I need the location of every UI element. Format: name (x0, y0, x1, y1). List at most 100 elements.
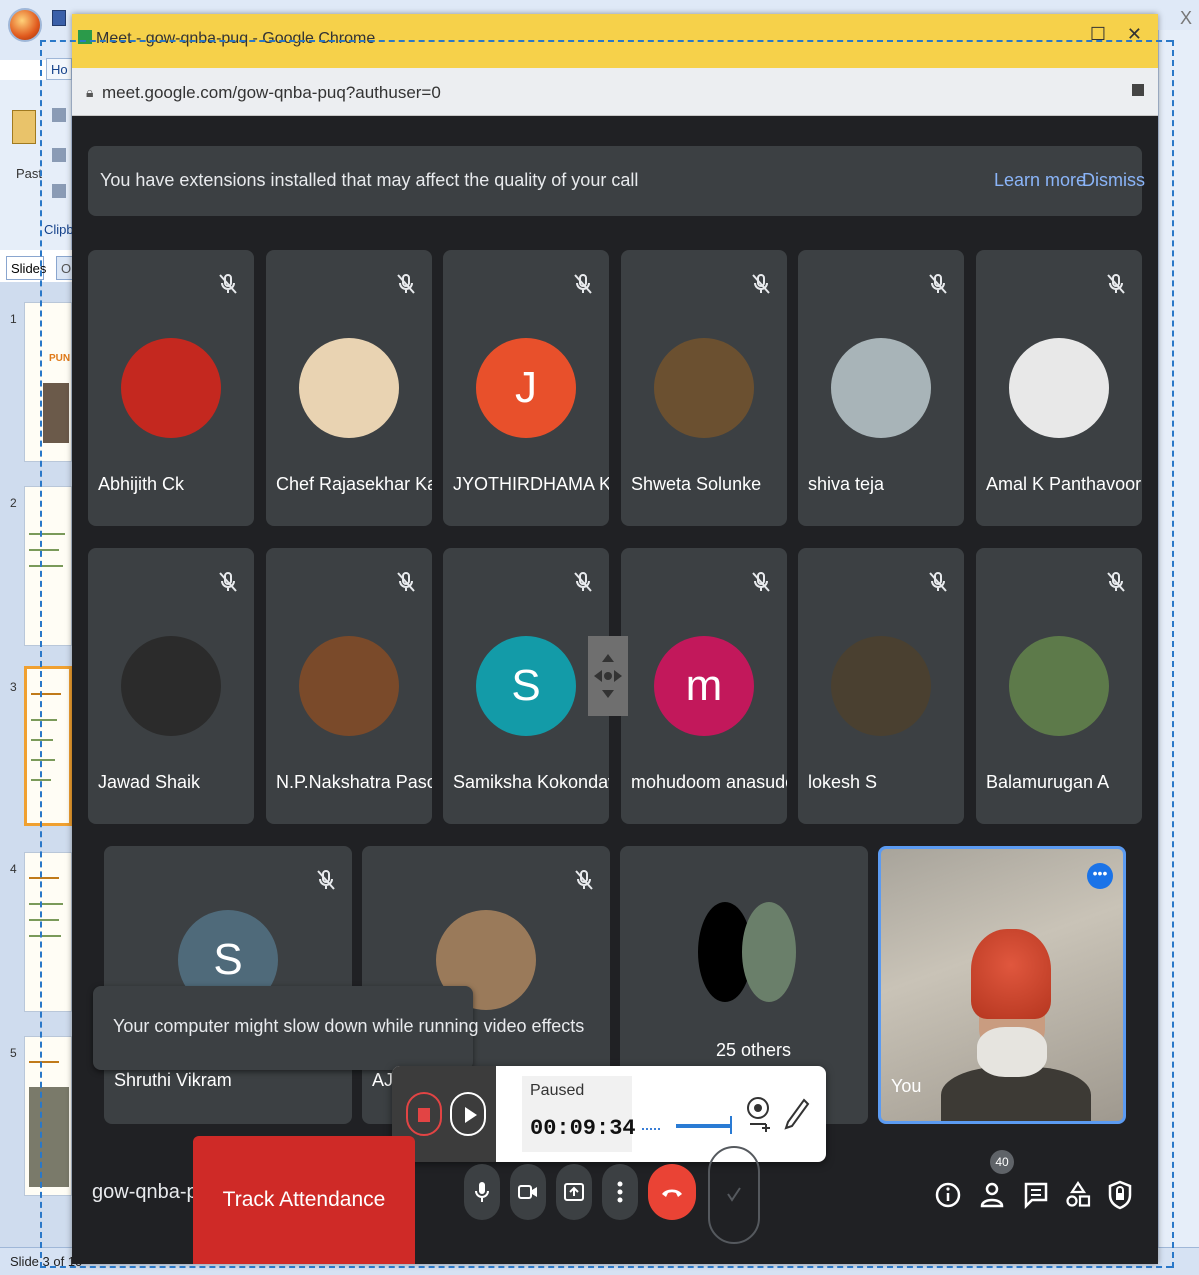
participant-tile[interactable]: shiva teja (798, 250, 964, 526)
slide-thumbnail-1[interactable]: PUN (24, 302, 72, 462)
more-options-button[interactable] (602, 1164, 638, 1220)
mic-muted-icon (394, 570, 418, 594)
others-count-label: 25 others (716, 1040, 792, 1060)
participant-tile[interactable]: Shweta Solunke (621, 250, 787, 526)
participant-name: Balamurugan A (986, 772, 1110, 792)
participant-name: Amal K Panthavoor (986, 474, 1142, 494)
ribbon-tab-home[interactable]: Ho (46, 58, 72, 80)
participant-tile[interactable]: Amal K Panthavoor (976, 250, 1142, 526)
avatar (1009, 636, 1109, 736)
mic-muted-icon (216, 570, 240, 594)
mic-muted-icon (216, 272, 240, 296)
participant-count-badge: 40 (990, 1150, 1014, 1174)
mic-muted-icon (571, 570, 595, 594)
avatar (121, 636, 221, 736)
participant-name: lokesh S (808, 772, 878, 792)
webcam-icon[interactable] (744, 1094, 772, 1134)
host-controls-icon[interactable] (1106, 1180, 1134, 1210)
format-painter-icon[interactable] (52, 184, 66, 198)
window-title: Meet - gow-qnba-puq - Google Chrome (96, 30, 376, 47)
turban (971, 929, 1051, 1019)
participant-tile[interactable]: m mohudoom anasudeen (621, 548, 787, 824)
participant-name: Shruthi Vikram (114, 1070, 232, 1090)
slide-number: 1 (10, 312, 17, 326)
selection-outline (1172, 40, 1174, 1268)
resume-recording-button[interactable] (450, 1092, 486, 1136)
paste-icon[interactable] (12, 110, 36, 144)
more-vert-icon (617, 1181, 623, 1203)
slide-thumbnail-4[interactable] (24, 852, 72, 1012)
paste-label: Past (16, 166, 43, 181)
powerpoint-close-button[interactable]: X (1180, 8, 1192, 29)
lock-icon[interactable]: 🔒︎ (86, 84, 93, 101)
chrome-window: Meet - gow-qnba-puq - Google Chrome ☐ ✕ … (72, 14, 1158, 1264)
hang-up-icon (662, 1189, 682, 1197)
participant-tile[interactable]: J JYOTHIRDHAMA KUNC... (443, 250, 609, 526)
meet-viewport: You have extensions installed that may a… (72, 116, 1158, 1264)
avatar: m (654, 636, 754, 736)
recording-timer: 00:09:34 (530, 1116, 636, 1141)
move-handle-icon[interactable] (588, 636, 628, 716)
avatar (299, 636, 399, 736)
camera-button[interactable] (510, 1164, 546, 1220)
participant-tile[interactable]: S Samiksha Kokondawar (443, 548, 609, 824)
check-button[interactable] (708, 1146, 760, 1244)
pencil-icon[interactable] (782, 1094, 810, 1134)
slide-thumbnail-5[interactable] (24, 1036, 72, 1196)
slide-thumbnails-panel: 1 PUN 2 3 4 5 (0, 282, 72, 1247)
participant-tile[interactable]: lokesh S (798, 548, 964, 824)
mic-muted-icon (926, 272, 950, 296)
microphone-icon (475, 1182, 489, 1202)
mic-muted-icon (1104, 272, 1128, 296)
avatar (654, 338, 754, 438)
cut-icon[interactable] (52, 108, 66, 122)
participant-name: Samiksha Kokondawar (453, 772, 609, 792)
participant-tile[interactable]: Abhijith Ck (88, 250, 254, 526)
selection-outline (40, 40, 1172, 42)
copy-icon[interactable] (52, 148, 66, 162)
recording-state: Paused (530, 1082, 585, 1099)
more-options-icon[interactable]: ••• (1087, 863, 1113, 889)
avatar (831, 636, 931, 736)
participant-name: mohudoom anasudeen (631, 772, 787, 792)
track-attendance-button[interactable]: Track Attendance (193, 1136, 415, 1264)
slide-thumbnail-2[interactable] (24, 486, 72, 646)
leave-call-button[interactable] (648, 1164, 696, 1220)
camera-icon (518, 1185, 537, 1199)
participant-tile[interactable]: N.P.Nakshatra Paso (266, 548, 432, 824)
volume-slider[interactable] (676, 1116, 732, 1134)
meeting-details-icon[interactable] (934, 1180, 962, 1210)
clipboard-group-label: Clipb (44, 222, 74, 237)
save-icon[interactable] (52, 10, 66, 26)
participant-tile[interactable]: Balamurugan A (976, 548, 1142, 824)
check-icon (727, 1187, 741, 1202)
participant-tile[interactable]: S Shruthi Vikram (104, 846, 352, 1124)
tooltip-text: Your computer might slow down while runn… (113, 1016, 585, 1036)
slides-tab[interactable]: Slides (6, 256, 46, 280)
address-bar[interactable]: 🔒︎ meet.google.com/gow-qnba-puq?authuser… (72, 68, 1158, 116)
url-text[interactable]: meet.google.com/gow-qnba-puq?authuser=0 (102, 83, 441, 103)
screen-recorder-widget: Paused 00:09:34 (392, 1066, 826, 1162)
camera-in-use-icon[interactable] (1132, 84, 1144, 96)
people-icon[interactable] (978, 1180, 1006, 1210)
present-screen-button[interactable] (556, 1164, 592, 1220)
participant-tile[interactable]: Jawad Shaik (88, 548, 254, 824)
mic-muted-icon (926, 570, 950, 594)
office-orb-button[interactable] (8, 8, 42, 42)
activities-icon[interactable] (1064, 1180, 1092, 1210)
microphone-button[interactable] (464, 1164, 500, 1220)
powerpoint-right-panel (1158, 30, 1199, 1247)
participant-name: shiva teja (808, 474, 885, 494)
dismiss-link[interactable]: Dismiss (1082, 170, 1145, 191)
avatar (1009, 338, 1109, 438)
extensions-warning-banner: You have extensions installed that may a… (88, 146, 1145, 216)
mic-muted-icon (749, 272, 773, 296)
learn-more-link[interactable]: Learn more (994, 170, 1086, 191)
participant-tile[interactable]: Chef Rajasekhar Kanchi (266, 250, 432, 526)
avatar (742, 902, 796, 1002)
slide-thumbnail-3[interactable] (24, 666, 72, 826)
stop-recording-button[interactable] (406, 1092, 442, 1136)
self-video-tile[interactable]: ••• You (878, 846, 1126, 1124)
mic-muted-icon (394, 272, 418, 296)
chat-icon[interactable] (1022, 1180, 1050, 1210)
